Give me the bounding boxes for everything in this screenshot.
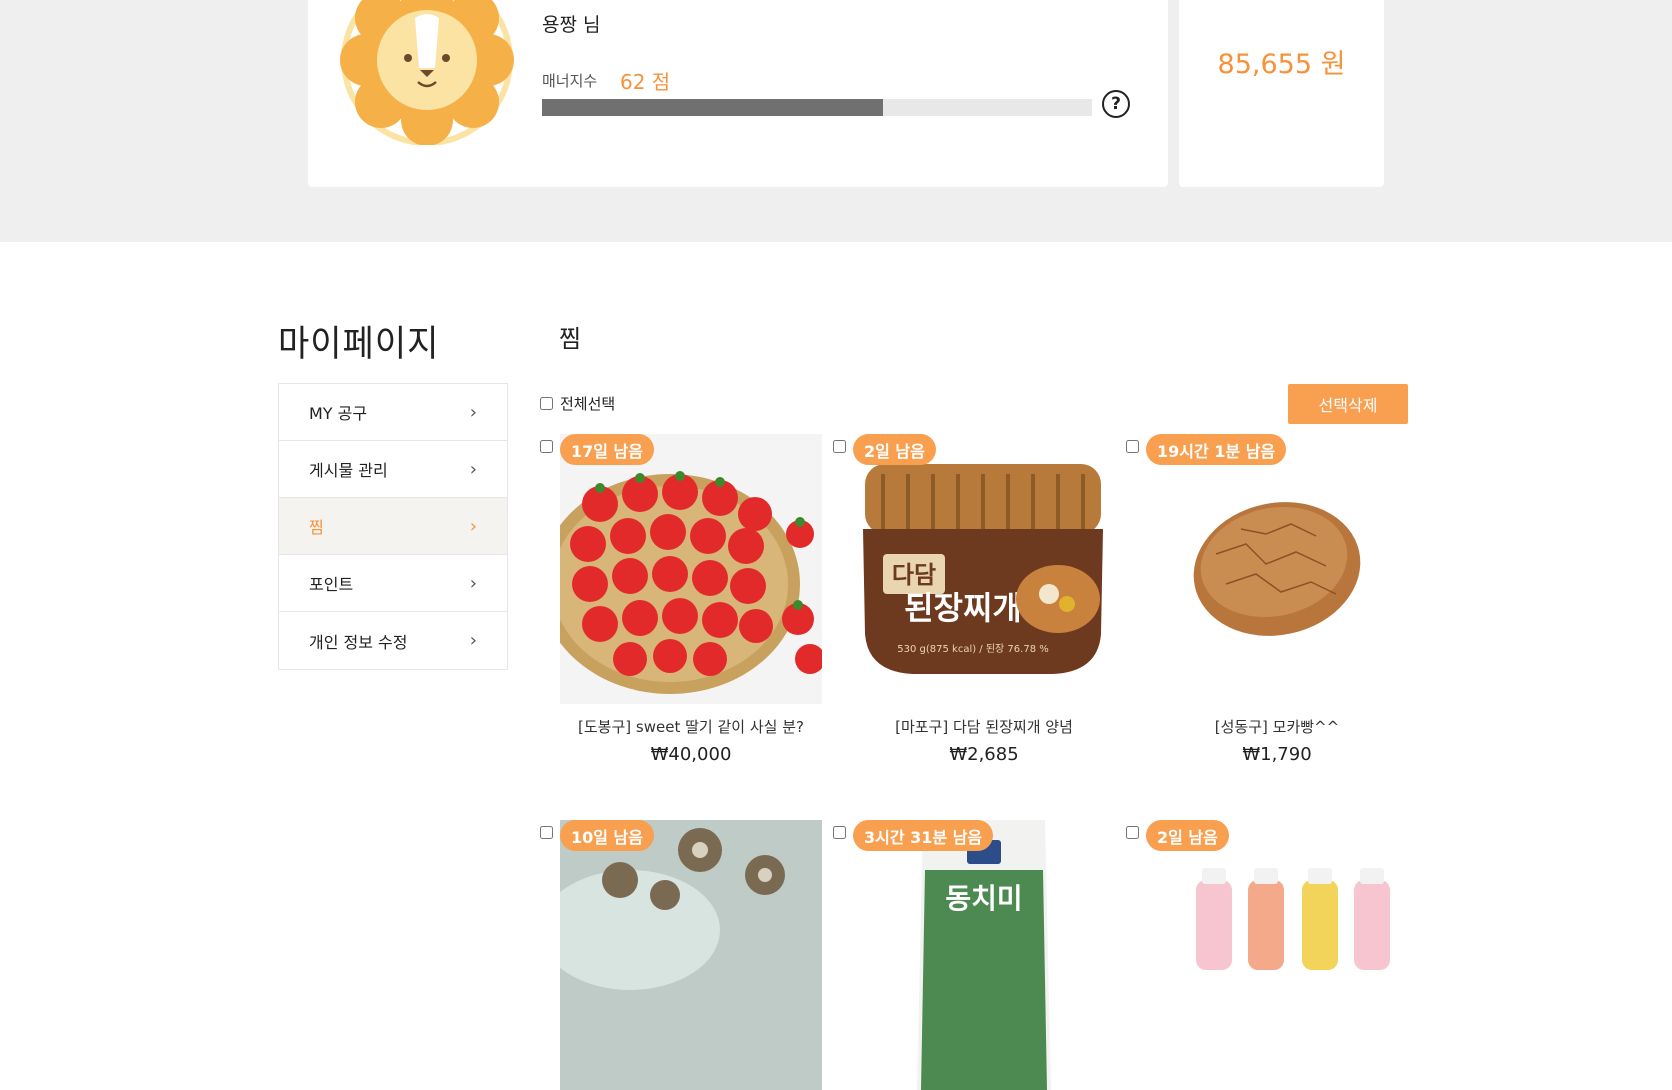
time-left-badge: 17일 남음 — [560, 434, 654, 465]
product-price: ₩2,685 — [949, 744, 1019, 765]
svg-text:530 g(875 kcal) / 된장 76.78 %: 530 g(875 kcal) / 된장 76.78 % — [897, 643, 1049, 655]
product-price: ₩40,000 — [650, 744, 732, 765]
time-left-badge: 2일 남음 — [853, 434, 936, 465]
lion-avatar-icon — [340, 0, 514, 145]
page-title: 찜 — [559, 325, 582, 353]
sidebar-item-label: 포인트 — [309, 575, 354, 594]
sidebar-item-label: 개인 정보 수정 — [309, 632, 408, 652]
select-all[interactable]: 전체선택 — [540, 393, 615, 414]
sidebar-item-edit-profile[interactable]: 개인 정보 수정 › — [279, 612, 507, 669]
time-left-badge: 19시간 1분 남음 — [1146, 434, 1287, 465]
svg-text:다담: 다담 — [892, 561, 936, 589]
sidebar-item-label: 게시물 관리 — [309, 461, 388, 480]
chevron-right-icon: › — [469, 630, 477, 651]
product-name[interactable]: [성동구] 모카빵^^ — [1146, 716, 1408, 737]
svg-text:동치미: 동치미 — [945, 882, 1022, 915]
product-checkbox[interactable] — [540, 440, 553, 453]
product-image-mocha-bread[interactable] — [1146, 434, 1408, 704]
chevron-right-icon: › — [469, 515, 477, 537]
product-checkbox[interactable] — [540, 826, 553, 839]
sidebar-item-points[interactable]: 포인트 › — [279, 555, 507, 612]
product-checkbox[interactable] — [1126, 440, 1139, 453]
point-value: 85,655 원 — [1217, 49, 1346, 80]
manner-score: 62 점 — [620, 70, 671, 94]
manner-label: 매너지수 — [542, 72, 598, 90]
sidebar-title: 마이페이지 — [278, 323, 440, 366]
sidebar-item-posts[interactable]: 게시물 관리 › — [279, 441, 507, 498]
profile-card: 용짱 님 매너지수 62 점 ? — [308, 0, 1168, 187]
product-image-dongchimi[interactable]: 동치미 — [853, 820, 1115, 1090]
svg-text:된장찌개: 된장찌개 — [904, 589, 1022, 627]
select-all-label: 전체선택 — [560, 395, 616, 413]
chevron-right-icon: › — [469, 458, 477, 480]
sidebar-item-label: MY 공구 — [309, 404, 368, 423]
product-checkbox[interactable] — [833, 440, 846, 453]
time-left-badge: 2일 남음 — [1146, 820, 1229, 851]
help-icon[interactable]: ? — [1102, 90, 1130, 118]
select-all-checkbox[interactable] — [540, 397, 553, 410]
sidebar-menu: MY 공구 › 게시물 관리 › 찜 › 포인트 › 개인 정보 수정 › — [278, 383, 508, 670]
product-image-strawberry[interactable] — [560, 434, 822, 704]
user-name: 용짱 님 — [542, 14, 601, 36]
manner-progress-fill — [542, 99, 883, 116]
profile-band: 용짱 님 매너지수 62 점 ? 85,655 원 — [0, 0, 1672, 242]
sidebar-item-my-gonggu[interactable]: MY 공구 › — [279, 384, 507, 441]
manner-progress-bar — [542, 99, 1092, 116]
chevron-right-icon: › — [469, 572, 477, 594]
product-name[interactable]: [도봉구] sweet 딸기 같이 사실 분? — [560, 716, 822, 737]
sidebar-item-label: 찜 — [309, 518, 324, 537]
chevron-right-icon: › — [469, 401, 477, 423]
product-name[interactable]: [마포구] 다담 된장찌개 양념 — [853, 716, 1115, 737]
product-image-seashell[interactable] — [560, 820, 822, 1090]
product-checkbox[interactable] — [833, 826, 846, 839]
product-image-drink-bottles[interactable] — [1146, 820, 1408, 1090]
product-checkbox[interactable] — [1126, 826, 1139, 839]
time-left-badge: 10일 남음 — [560, 820, 654, 851]
delete-selected-button[interactable]: 선택삭제 — [1288, 384, 1408, 424]
product-price: ₩1,790 — [1242, 744, 1312, 765]
point-card: 85,655 원 — [1179, 0, 1384, 187]
product-image-doenjang[interactable]: 다담 된장찌개 530 g(875 kcal) / 된장 76.78 % — [853, 434, 1115, 704]
time-left-badge: 3시간 31분 남음 — [853, 820, 994, 851]
sidebar-item-wishlist[interactable]: 찜 › — [279, 498, 507, 555]
